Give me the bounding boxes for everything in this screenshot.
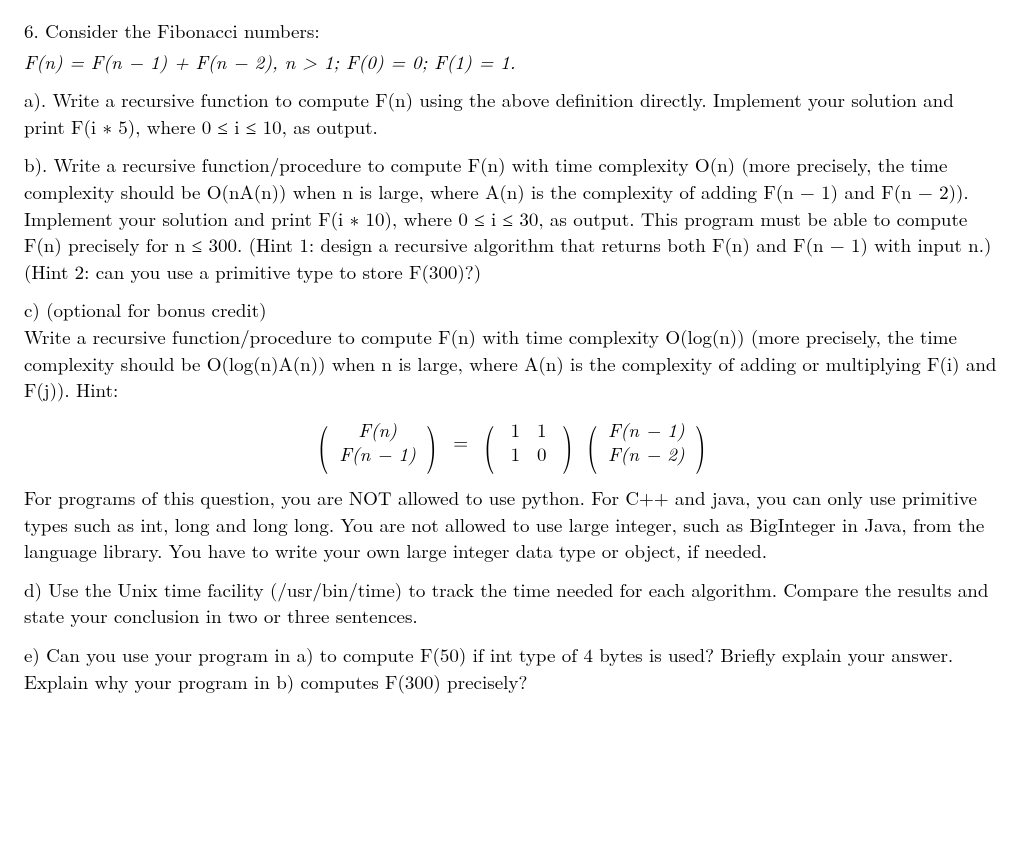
part-d: d) Use the Unix time facility (/usr/bin/…	[24, 577, 1000, 630]
matrix-mid-r1c1: 1	[505, 418, 525, 443]
part-d-text: d) Use the Unix time facility (/usr/bin/…	[24, 576, 988, 630]
matrix-equation: ( F(n) F(n − 1) ) = ( 1 1 1 0 ) ( F(n − …	[24, 418, 1000, 467]
constraints-text: For programs of this question, you are N…	[24, 484, 984, 564]
matrix-left-bottom: F(n − 1)	[339, 442, 416, 467]
question-header: 6. Consider the Fibonacci numbers:	[24, 18, 1000, 45]
lparen-icon: (	[587, 418, 598, 466]
matrix-mid-r1c2: 1	[532, 418, 552, 443]
equals-sign: =	[453, 429, 468, 456]
lparen-icon: (	[484, 418, 495, 466]
part-b: b). Write a recursive function/procedure…	[24, 152, 1000, 285]
matrix-mid-r2c2: 0	[532, 442, 552, 467]
matrix-left-top: F(n)	[339, 418, 416, 443]
part-c: c) (optional for bonus credit) Write a r…	[24, 297, 1000, 403]
part-a-text: a). Write a recursive function to comput…	[24, 86, 954, 140]
part-c-body: Write a recursive function/procedure to …	[24, 324, 1000, 404]
rparen-icon: )	[562, 418, 573, 466]
fibonacci-definition-text: F(n) = F(n − 1) + F(n − 2), n > 1; F(0) …	[24, 48, 516, 75]
lparen-icon: (	[318, 418, 329, 466]
matrix-left-vector: F(n) F(n − 1)	[339, 418, 416, 467]
constraints-paragraph: For programs of this question, you are N…	[24, 485, 1000, 565]
rparen-icon: )	[426, 418, 437, 466]
matrix-mid-r2c1: 1	[505, 442, 525, 467]
matrix-right-vector: F(n − 1) F(n − 2)	[608, 418, 685, 467]
question-header-text: 6. Consider the Fibonacci numbers:	[24, 17, 320, 44]
part-e: e) Can you use your program in a) to com…	[24, 642, 1000, 695]
part-b-text: b). Write a recursive function/procedure…	[24, 151, 991, 284]
rparen-icon: )	[695, 418, 706, 466]
matrix-right-top: F(n − 1)	[608, 418, 685, 443]
fibonacci-definition: F(n) = F(n − 1) + F(n − 2), n > 1; F(0) …	[24, 49, 1000, 76]
matrix-right-bottom: F(n − 2)	[608, 442, 685, 467]
part-a: a). Write a recursive function to comput…	[24, 87, 1000, 140]
part-e-text: e) Can you use your program in a) to com…	[24, 641, 953, 695]
part-c-header: c) (optional for bonus credit)	[24, 297, 1000, 324]
matrix-middle: 1 1 1 0	[505, 418, 551, 467]
